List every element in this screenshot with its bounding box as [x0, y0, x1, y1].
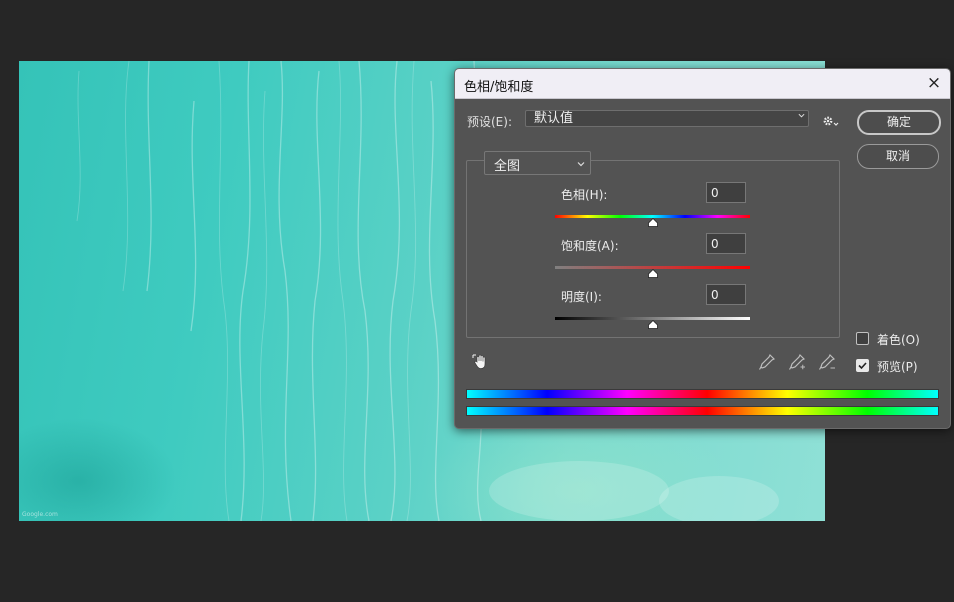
colorize-checkbox-box[interactable] [856, 332, 869, 345]
source-color-bar [466, 389, 939, 399]
preset-value: 默认值 [534, 111, 574, 126]
watermark-text: Google.com [22, 511, 58, 518]
channel-dropdown[interactable]: 全图 [484, 151, 591, 175]
saturation-label: 饱和度(A): [561, 239, 619, 253]
eyedropper-minus-icon[interactable] [818, 353, 836, 371]
colorize-label: 着色(O) [877, 333, 920, 347]
eyedropper-plus-icon[interactable] [788, 353, 806, 371]
saturation-input[interactable]: 0 [706, 233, 746, 254]
ok-button[interactable]: 确定 [857, 110, 941, 135]
close-icon[interactable]: × [920, 70, 948, 97]
gear-icon[interactable] [822, 114, 840, 128]
chevron-down-icon [798, 113, 805, 118]
hue-slider-thumb[interactable] [647, 218, 658, 227]
lightness-input[interactable]: 0 [706, 284, 746, 305]
dialog-titlebar[interactable]: 色相/饱和度 × [455, 69, 950, 99]
cancel-button[interactable]: 取消 [857, 144, 939, 169]
preset-dropdown[interactable]: 默认值 [525, 110, 809, 127]
lightness-label: 明度(I): [561, 290, 602, 304]
preview-label: 预览(P) [877, 360, 918, 374]
channel-value: 全图 [494, 159, 521, 174]
hue-saturation-dialog: 色相/饱和度 × 预设(E): 默认值 全图 色相(H): 0 饱和度(A): … [454, 68, 951, 429]
chevron-down-icon [577, 162, 585, 167]
hand-adjust-icon[interactable] [472, 353, 490, 371]
lightness-slider-thumb[interactable] [647, 320, 658, 329]
saturation-slider-thumb[interactable] [647, 269, 658, 278]
eyedropper-icon[interactable] [758, 353, 776, 371]
preset-label: 预设(E): [467, 115, 512, 129]
dialog-title: 色相/饱和度 [464, 80, 534, 95]
checkmark-icon [858, 362, 867, 370]
preview-checkbox-box[interactable] [856, 359, 869, 372]
hue-label: 色相(H): [561, 188, 608, 202]
hue-input[interactable]: 0 [706, 182, 746, 203]
result-color-bar [466, 406, 939, 416]
adjustment-group [466, 160, 840, 338]
